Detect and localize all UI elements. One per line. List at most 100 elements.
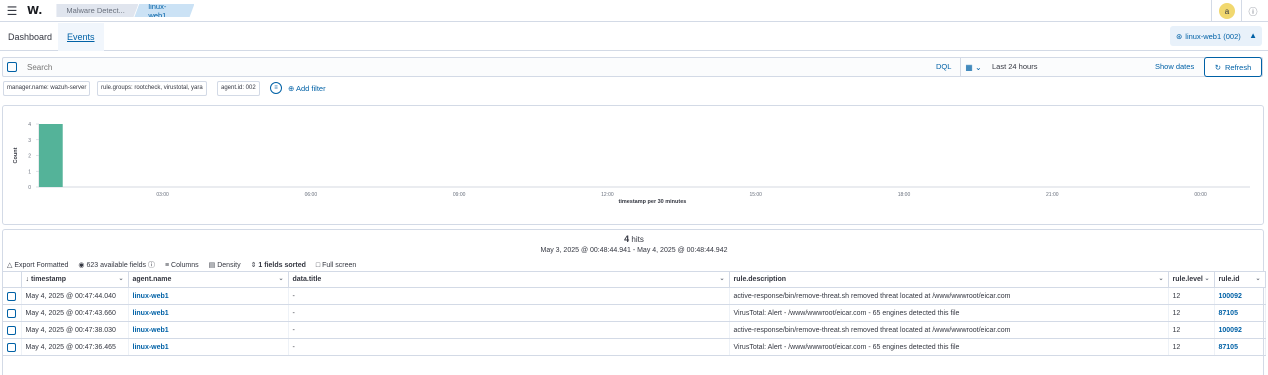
density-icon: ▤ bbox=[208, 262, 216, 269]
chevron-down-icon[interactable]: ⌄ bbox=[118, 275, 123, 282]
filter-options-icon[interactable]: ≡ bbox=[270, 82, 282, 94]
column-header-agent-name[interactable]: agent.name ⌄ bbox=[128, 271, 289, 288]
columns-label: Columns bbox=[171, 261, 199, 269]
density-label: Density bbox=[217, 262, 241, 269]
chevron-down-icon[interactable]: ⌄ bbox=[719, 275, 724, 282]
date-range[interactable]: Last 24 hours bbox=[992, 58, 1037, 76]
grid-toolbar: △ Export Formatted ◉ 623 available field… bbox=[7, 259, 366, 271]
add-filter-label: Add filter bbox=[295, 84, 326, 93]
agent-selector-label: linux-web1 (002) bbox=[1185, 31, 1241, 41]
tab-events[interactable]: Events bbox=[58, 23, 104, 51]
x-tick-label: 18:00 bbox=[898, 192, 911, 198]
cell-data-title: - bbox=[288, 304, 730, 322]
chevron-down-icon[interactable]: ⌄ bbox=[1204, 275, 1209, 282]
x-tick-label: 00:00 bbox=[1194, 192, 1207, 198]
cell-timestamp: May 4, 2025 @ 00:47:44.040 bbox=[21, 287, 129, 305]
cell-rule-description: active-response/bin/remove-threat.sh rem… bbox=[729, 287, 1169, 305]
calendar-icon[interactable]: ▦ ⌄ bbox=[960, 58, 986, 76]
cell-rule-level: 12 bbox=[1168, 338, 1215, 356]
cell-timestamp: May 4, 2025 @ 00:47:38.030 bbox=[21, 321, 129, 339]
column-header-rule-id[interactable]: rule.id ⌄ bbox=[1214, 271, 1266, 288]
cell-rule-id[interactable]: 100092 bbox=[1214, 287, 1266, 305]
hits-label: hits bbox=[631, 235, 644, 244]
cell-data-title: - bbox=[288, 338, 730, 356]
histogram-bar bbox=[39, 124, 63, 187]
refresh-button[interactable]: ↻ Refresh bbox=[1204, 57, 1262, 77]
expand-row-icon[interactable] bbox=[7, 308, 16, 318]
y-tick-label: 3 bbox=[28, 138, 31, 144]
plus-icon: ⊕ bbox=[288, 84, 295, 93]
refresh-label: Refresh bbox=[1225, 62, 1252, 72]
column-label: rule.level bbox=[1172, 276, 1203, 283]
agent-selector[interactable]: ⊛ linux-web1 (002) ▲ bbox=[1170, 26, 1262, 46]
filter-bar: manager.name: wazuh-server rule.groups: … bbox=[0, 81, 1268, 99]
show-dates-link[interactable]: Show dates bbox=[1155, 58, 1194, 76]
x-tick-label: 09:00 bbox=[453, 192, 466, 198]
expand-row-icon[interactable] bbox=[7, 291, 16, 301]
cell-timestamp: May 4, 2025 @ 00:47:43.660 bbox=[21, 304, 129, 322]
refresh-icon: ↻ bbox=[1214, 62, 1222, 72]
export-button[interactable]: △ Export Formatted bbox=[7, 261, 68, 269]
menu-icon[interactable]: ☰ bbox=[3, 2, 21, 20]
add-filter-button[interactable]: ⊕ Add filter bbox=[288, 82, 326, 95]
top-header: ☰ W. Malware Detect... linux-web1 a ⓘ bbox=[0, 0, 1268, 22]
tab-dashboard[interactable]: Dashboard bbox=[8, 23, 52, 51]
chevron-down-icon[interactable]: ⌄ bbox=[278, 275, 283, 282]
header-divider bbox=[1241, 0, 1242, 22]
column-header-data-title[interactable]: data.title ⌄ bbox=[288, 271, 730, 288]
column-header-timestamp[interactable]: ↓ timestamp ⌄ bbox=[21, 271, 129, 288]
expand-column-header bbox=[3, 271, 22, 288]
fields-label: 623 available fields bbox=[86, 262, 147, 269]
cell-agent-name[interactable]: linux-web1 bbox=[128, 287, 289, 305]
columns-button[interactable]: ≡ Columns bbox=[165, 262, 199, 269]
cell-agent-name[interactable]: linux-web1 bbox=[128, 304, 289, 322]
table-row: May 4, 2025 @ 00:47:38.030 linux-web1 - … bbox=[3, 321, 1266, 339]
dql-toggle[interactable]: DQL bbox=[936, 58, 951, 76]
tabs-bar: Dashboard Events bbox=[0, 23, 1268, 51]
filter-pill[interactable]: rule.groups: rootcheck, virustotal, yara bbox=[97, 81, 207, 96]
filter-pill[interactable]: manager.name: wazuh-server bbox=[3, 81, 91, 96]
x-tick-label: 15:00 bbox=[749, 192, 762, 198]
help-icon[interactable]: ⓘ bbox=[1247, 5, 1259, 17]
avatar[interactable]: a bbox=[1219, 3, 1235, 19]
cell-data-title: - bbox=[288, 287, 730, 305]
cell-agent-name[interactable]: linux-web1 bbox=[128, 321, 289, 339]
expand-row-icon[interactable] bbox=[7, 325, 16, 335]
breadcrumb-item[interactable]: Malware Detect... bbox=[56, 4, 139, 17]
sort-button[interactable]: ⇕ 1 fields sorted bbox=[251, 261, 306, 269]
cell-data-title: - bbox=[288, 321, 730, 339]
breadcrumb-item-current[interactable]: linux-web1 bbox=[134, 4, 195, 17]
hits-count: 4 hits bbox=[3, 234, 1265, 244]
column-label: agent.name bbox=[132, 276, 172, 283]
available-fields[interactable]: ◉ 623 available fields ⓘ bbox=[78, 260, 155, 270]
cell-rule-id[interactable]: 100092 bbox=[1214, 321, 1266, 339]
sort-desc-icon: ↓ bbox=[25, 276, 30, 283]
logo[interactable]: W. bbox=[27, 4, 42, 17]
expand-row-icon[interactable] bbox=[7, 342, 16, 352]
column-header-rule-level[interactable]: rule.level ⌄ bbox=[1168, 271, 1215, 288]
cell-rule-description: active-response/bin/remove-threat.sh rem… bbox=[729, 321, 1169, 339]
signal-icon: ⊛ bbox=[1176, 31, 1183, 41]
saved-query-icon[interactable] bbox=[7, 62, 17, 72]
cell-rule-id[interactable]: 87105 bbox=[1214, 338, 1266, 356]
search-input[interactable] bbox=[27, 58, 907, 76]
density-button[interactable]: ▤ Density bbox=[209, 261, 241, 269]
pin-icon[interactable]: ▲ bbox=[1249, 31, 1257, 40]
chevron-down-icon[interactable]: ⌄ bbox=[1158, 275, 1163, 282]
cell-rule-description: VirusTotal: Alert - /www/wwwroot/eicar.c… bbox=[729, 338, 1169, 356]
cell-rule-id[interactable]: 87105 bbox=[1214, 304, 1266, 322]
fullscreen-button[interactable]: □ Full screen bbox=[316, 262, 356, 269]
x-tick-label: 03:00 bbox=[156, 192, 169, 198]
chevron-down-icon[interactable]: ⌄ bbox=[1255, 275, 1260, 282]
filter-pill[interactable]: agent.id: 002 bbox=[217, 81, 260, 96]
header-divider bbox=[1211, 0, 1212, 22]
hits-number: 4 bbox=[624, 234, 630, 244]
column-header-rule-description[interactable]: rule.description ⌄ bbox=[729, 271, 1169, 288]
fullscreen-icon: □ bbox=[315, 261, 321, 269]
export-label: Export Formatted bbox=[14, 262, 69, 269]
column-label: rule.id bbox=[1218, 276, 1240, 283]
x-tick-label: 06:00 bbox=[305, 192, 318, 198]
export-icon: △ bbox=[7, 262, 13, 269]
results-table: ↓ timestamp ⌄ agent.name ⌄ data.title ⌄ … bbox=[3, 271, 1266, 356]
cell-agent-name[interactable]: linux-web1 bbox=[128, 338, 289, 356]
